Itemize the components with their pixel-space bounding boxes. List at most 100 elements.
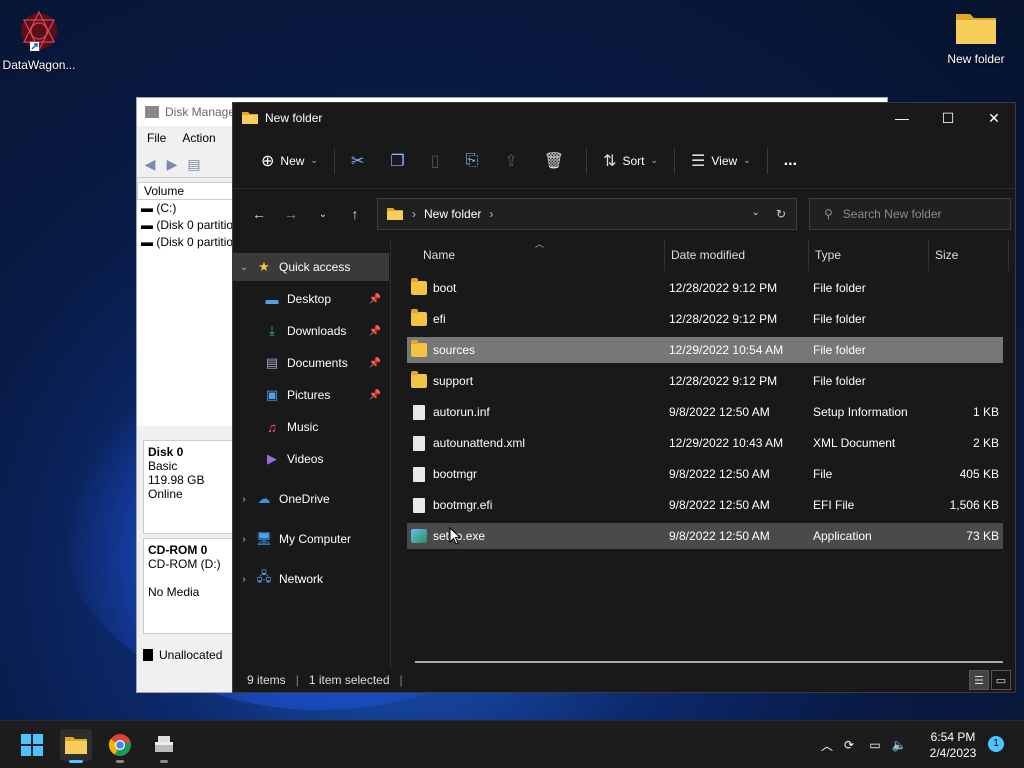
- file-row[interactable]: autorun.inf 9/8/2022 12:50 AM Setup Info…: [407, 399, 1003, 425]
- xml-file-icon: [413, 435, 425, 451]
- nav-videos[interactable]: ▶ Videos: [233, 445, 389, 473]
- nav-network[interactable]: › 🖧 Network: [233, 565, 389, 593]
- breadcrumb-new-folder[interactable]: New folder: [424, 207, 481, 221]
- file-row[interactable]: boot 12/28/2022 9:12 PM File folder: [407, 275, 1003, 301]
- cut-button[interactable]: ✂: [341, 144, 380, 178]
- forward-button[interactable]: →: [275, 206, 307, 222]
- volume-icon[interactable]: 🔈: [888, 738, 910, 752]
- start-button[interactable]: [16, 729, 48, 761]
- new-button[interactable]: ⊕ New ⌄: [251, 144, 328, 178]
- folder-icon: [411, 340, 427, 357]
- close-button[interactable]: ✕: [971, 103, 1017, 133]
- column-header-name[interactable]: Name: [407, 239, 665, 271]
- minimize-button[interactable]: —: [879, 103, 925, 133]
- more-options-button[interactable]: ...: [774, 144, 807, 178]
- view-button[interactable]: ☰ View ⌄: [681, 144, 761, 178]
- nav-label: Documents: [287, 356, 348, 370]
- settings-file-icon: [413, 404, 425, 420]
- taskbar-clock[interactable]: 6:54 PM 2/4/2023: [918, 729, 988, 761]
- star-icon: ★: [258, 259, 270, 274]
- file-row[interactable]: bootmgr 9/8/2022 12:50 AM File 405 KB: [407, 461, 1003, 487]
- status-bar: 9 items | 1 item selected | ☰ ▭: [233, 668, 1015, 692]
- datawagon-icon: [21, 10, 57, 52]
- pin-icon[interactable]: 📌: [369, 326, 381, 337]
- column-header-size[interactable]: Size: [929, 239, 1009, 271]
- nav-my-computer[interactable]: › 🖥 My Computer: [233, 525, 389, 553]
- divider: [766, 147, 768, 174]
- file-row[interactable]: autounattend.xml 12/29/2022 10:43 AM XML…: [407, 430, 1003, 456]
- nav-quick-access[interactable]: ⌄ ★ Quick access: [233, 253, 389, 281]
- file-row-hover[interactable]: setup.exe 9/8/2022 12:50 AM Application …: [407, 523, 1003, 549]
- show-hidden-icons-chevron-icon[interactable]: ︿: [818, 737, 836, 754]
- rename-button[interactable]: ⎘: [456, 144, 495, 178]
- properties-icon[interactable]: ▤: [185, 156, 203, 172]
- cdrom-info[interactable]: CD-ROM 0 CD-ROM (D:) No Media: [143, 538, 233, 634]
- search-placeholder: Search New folder: [842, 207, 942, 221]
- network-display-icon[interactable]: ▭: [862, 738, 888, 752]
- file-row-selected[interactable]: sources 12/29/2022 10:54 AM File folder: [407, 337, 1003, 363]
- desktop-icon-datawagon[interactable]: DataWagon...: [2, 8, 76, 72]
- column-header-type[interactable]: Type: [809, 239, 929, 271]
- notification-badge[interactable]: 1: [988, 736, 1004, 752]
- copy-button[interactable]: ❐: [380, 144, 420, 178]
- file-date: 12/28/2022 9:12 PM: [669, 312, 778, 326]
- sort-button[interactable]: ⇅ Sort ⌄: [593, 144, 668, 178]
- maximize-button[interactable]: ☐: [925, 103, 971, 133]
- menu-file[interactable]: File: [147, 131, 166, 145]
- nav-label: Downloads: [287, 324, 347, 338]
- refresh-icon[interactable]: ↻: [776, 207, 786, 221]
- search-input[interactable]: ⚲ Search New folder: [809, 198, 1011, 230]
- desktop-icon-new-folder[interactable]: New folder: [940, 8, 1012, 66]
- chevron-right-icon[interactable]: ›: [233, 494, 255, 505]
- taskbar-chrome[interactable]: [104, 729, 136, 763]
- chevron-right-icon[interactable]: ›: [233, 534, 255, 545]
- taskbar: ︿ ⟳ ▭ 🔈 6:54 PM 2/4/2023: [0, 720, 1024, 768]
- nav-downloads[interactable]: ⤓ Downloads 📌: [233, 317, 389, 345]
- back-arrow-icon[interactable]: ◀: [141, 156, 159, 172]
- nav-label: My Computer: [279, 532, 352, 546]
- file-explorer-window[interactable]: New folder — ☐ ✕ ⊕ New ⌄ ✂ ❐ ▯ ⎘ ⇪ 🗑 ⇅ S…: [232, 102, 1016, 693]
- details-view-icon[interactable]: ☰: [969, 670, 989, 690]
- explorer-titlebar[interactable]: New folder — ☐ ✕: [233, 103, 1015, 133]
- chrome-icon: [108, 734, 131, 756]
- disk-type: Basic: [148, 459, 178, 473]
- column-header-date[interactable]: Date modified: [665, 239, 809, 271]
- sync-icon[interactable]: ⟳: [836, 738, 862, 752]
- list-view-icon: ☰: [691, 152, 706, 170]
- share-button[interactable]: ⇪: [494, 144, 533, 178]
- delete-button[interactable]: 🗑: [534, 144, 580, 178]
- file-row[interactable]: efi 12/28/2022 9:12 PM File folder: [407, 306, 1003, 332]
- disk0-info[interactable]: Disk 0 Basic 119.98 GB Online: [143, 440, 233, 534]
- pin-icon[interactable]: 📌: [369, 294, 381, 305]
- large-icons-view-icon[interactable]: ▭: [991, 670, 1011, 690]
- nav-desktop[interactable]: ▬ Desktop 📌: [233, 285, 389, 313]
- up-button[interactable]: ↑: [339, 206, 371, 222]
- paste-button[interactable]: ▯: [421, 144, 456, 178]
- nav-pictures[interactable]: ▣ Pictures 📌: [233, 381, 389, 409]
- legend-unallocated: Unallocated: [143, 648, 222, 662]
- share-icon: ⇪: [504, 152, 518, 170]
- chevron-right-icon[interactable]: ›: [233, 574, 255, 585]
- file-row[interactable]: bootmgr.efi 9/8/2022 12:50 AM EFI File 1…: [407, 492, 1003, 518]
- file-list: ︿ Name Date modified Type Size boot 12/2…: [405, 239, 1009, 669]
- pin-icon[interactable]: 📌: [369, 358, 381, 369]
- desktop-icon: ▬: [265, 291, 279, 307]
- taskbar-file-explorer[interactable]: [60, 729, 92, 763]
- nav-onedrive[interactable]: › ☁ OneDrive: [233, 485, 389, 513]
- legend-label: Unallocated: [159, 648, 223, 662]
- pin-icon[interactable]: 📌: [369, 390, 381, 401]
- horizontal-scrollbar[interactable]: [415, 661, 1003, 663]
- menu-action[interactable]: Action: [182, 131, 215, 145]
- file-row[interactable]: support 12/28/2022 9:12 PM File folder: [407, 368, 1003, 394]
- nav-documents[interactable]: ▤ Documents 📌: [233, 349, 389, 377]
- back-button[interactable]: ←: [243, 206, 275, 222]
- forward-arrow-icon[interactable]: ▶: [163, 156, 181, 172]
- file-icon: [413, 466, 425, 482]
- file-type: File folder: [813, 374, 866, 388]
- nav-music[interactable]: ♫ Music: [233, 413, 389, 441]
- address-bar[interactable]: › New folder › ⌄ ↻: [377, 198, 797, 230]
- address-dropdown-icon[interactable]: ⌄: [752, 207, 760, 221]
- recent-locations-button[interactable]: ⌄: [307, 209, 339, 220]
- item-count: 9 items: [247, 673, 286, 687]
- taskbar-disk-management[interactable]: [148, 729, 180, 763]
